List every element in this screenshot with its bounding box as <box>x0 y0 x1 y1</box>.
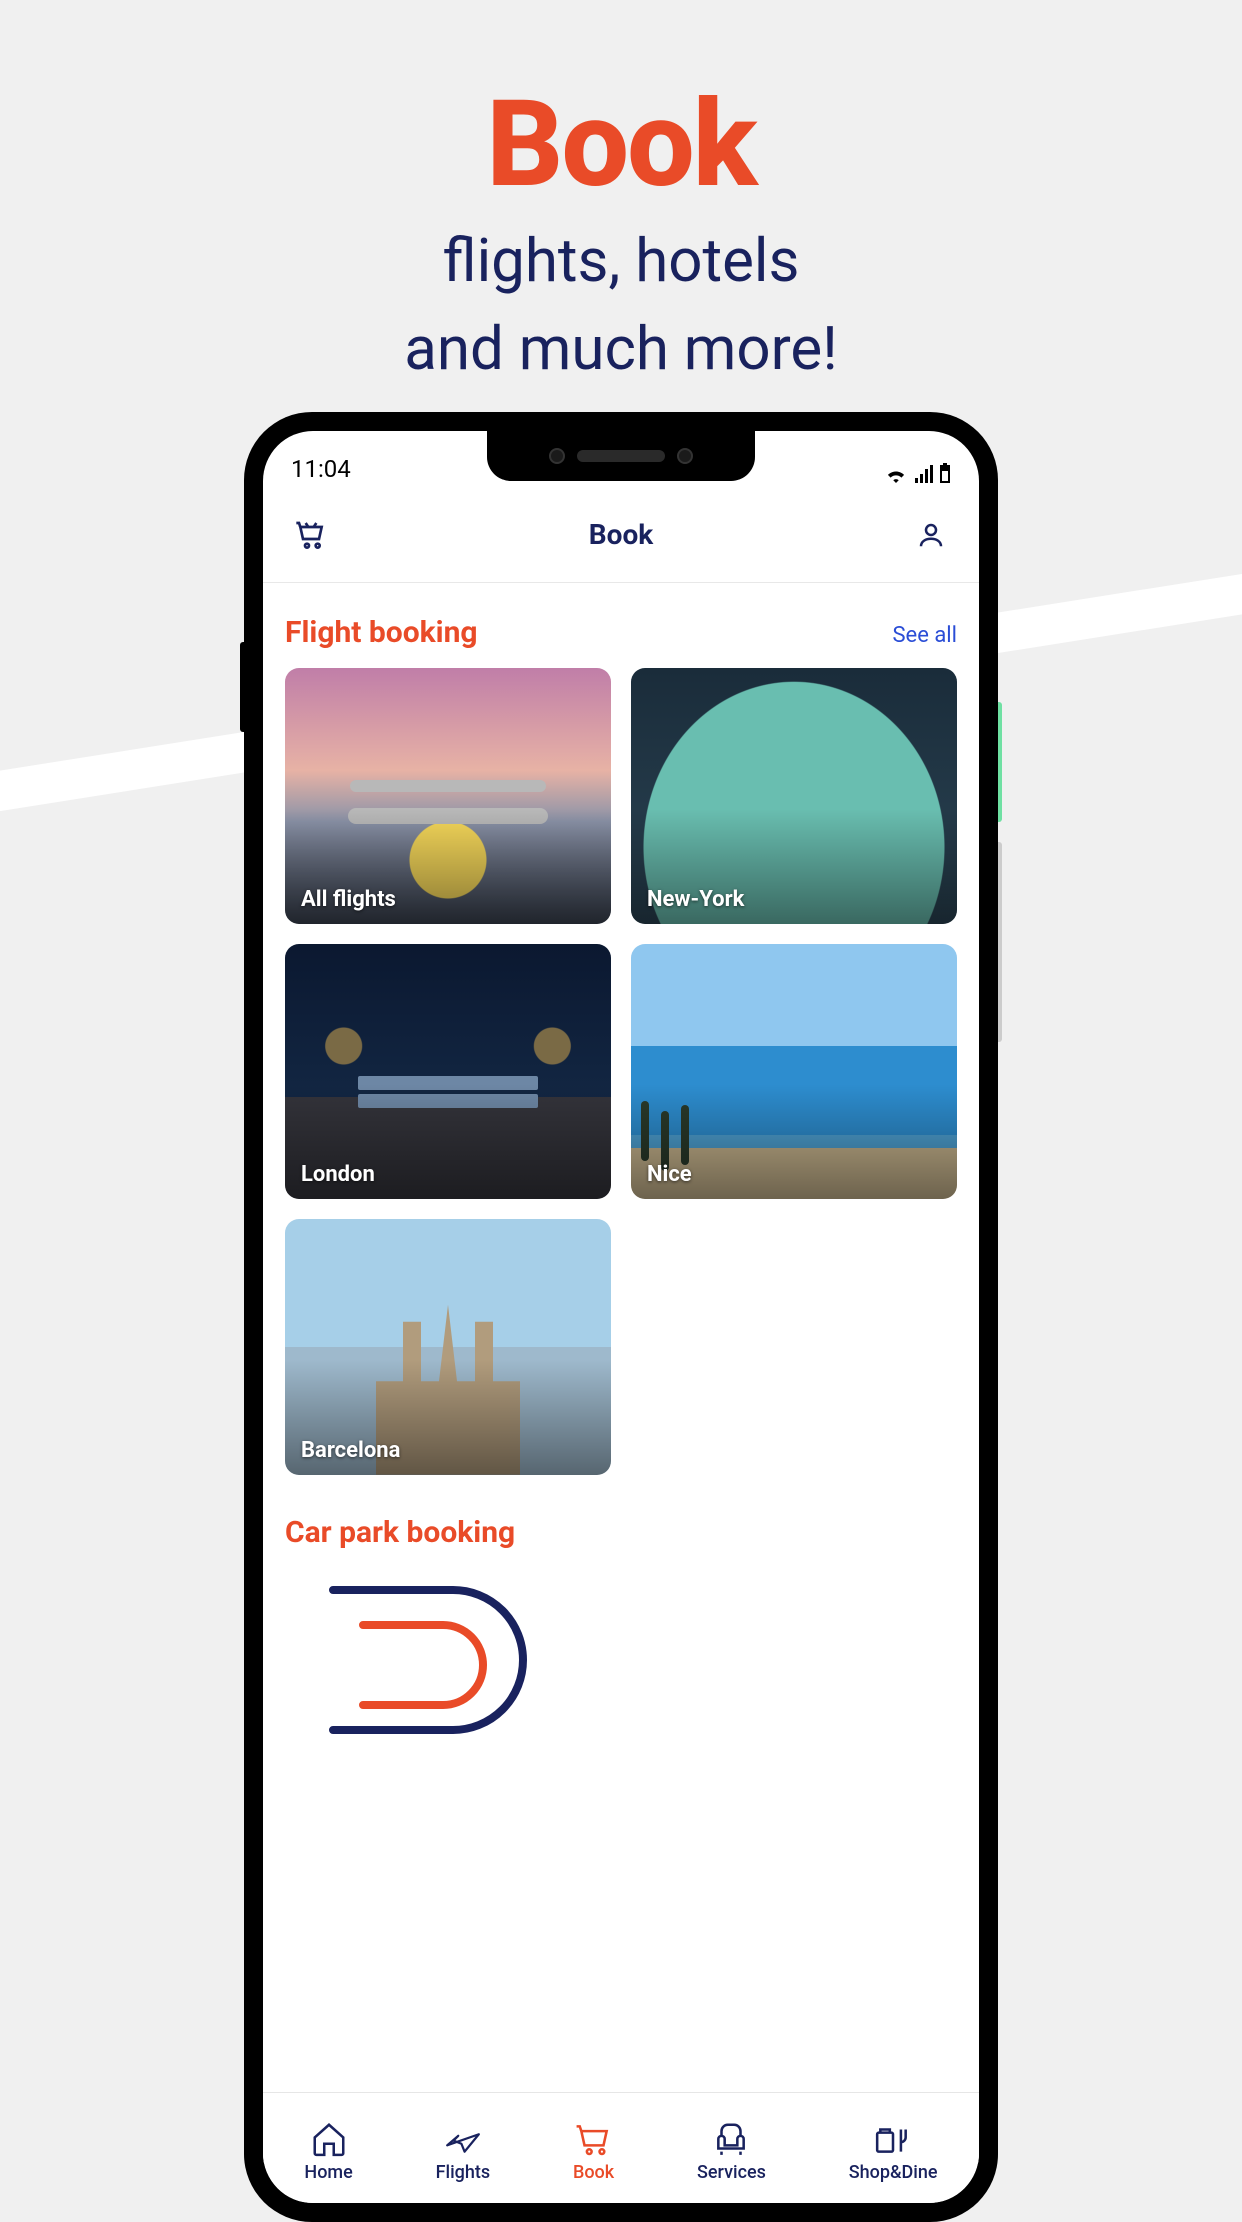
notch <box>487 431 755 481</box>
promo-headline: Book flights, hotels and much more! <box>0 75 1242 391</box>
parking-icon <box>293 1570 553 1750</box>
flight-booking-title: Flight booking <box>285 615 478 650</box>
content-scroll[interactable]: Flight booking See all All flights New-Y… <box>263 583 979 2093</box>
card-london[interactable]: London <box>285 944 611 1200</box>
flight-booking-header: Flight booking See all <box>285 615 957 650</box>
card-label: All flights <box>301 887 396 912</box>
app-header: Book <box>263 487 979 583</box>
card-nice[interactable]: Nice <box>631 944 957 1200</box>
profile-icon[interactable] <box>911 515 951 555</box>
power-button <box>998 702 1002 822</box>
card-label: New-York <box>647 887 744 912</box>
flight-booking-grid: All flights New-York London Nice Barcelo… <box>285 668 957 1475</box>
cart-icon <box>574 2120 614 2158</box>
battery-icon <box>939 463 951 483</box>
tab-label: Flights <box>436 2162 491 2183</box>
volume-button <box>240 642 244 732</box>
armchair-icon <box>712 2120 750 2158</box>
phone-screen: 11:04 Book <box>263 431 979 2203</box>
shop-dine-icon <box>872 2120 914 2158</box>
promo-subtitle-1: flights, hotels <box>0 219 1242 303</box>
tab-flights[interactable]: Flights <box>436 2120 491 2183</box>
card-label: Barcelona <box>301 1438 400 1463</box>
phone-frame: 11:04 Book <box>244 412 998 2222</box>
card-car-park[interactable] <box>285 1570 609 1750</box>
card-barcelona[interactable]: Barcelona <box>285 1219 611 1475</box>
wifi-icon <box>885 465 907 483</box>
tab-bar: Home Flights Book Services <box>263 2093 979 2203</box>
tab-label: Services <box>697 2162 766 2183</box>
page-title: Book <box>589 518 653 551</box>
card-all-flights[interactable]: All flights <box>285 668 611 924</box>
tab-shop-dine[interactable]: Shop&Dine <box>849 2120 938 2183</box>
see-all-link[interactable]: See all <box>892 623 957 648</box>
cart-icon[interactable] <box>291 515 331 555</box>
tab-label: Home <box>304 2162 352 2183</box>
card-new-york[interactable]: New-York <box>631 668 957 924</box>
signal-icon <box>913 465 933 483</box>
car-park-title: Car park booking <box>285 1515 515 1550</box>
promo-title: Book <box>0 75 1242 215</box>
tab-label: Shop&Dine <box>849 2162 938 2183</box>
tab-home[interactable]: Home <box>304 2120 352 2183</box>
card-label: London <box>301 1162 375 1187</box>
car-park-header: Car park booking <box>285 1515 957 1550</box>
home-icon <box>310 2120 348 2158</box>
plane-icon <box>442 2120 484 2158</box>
tab-services[interactable]: Services <box>697 2120 766 2183</box>
promo-subtitle-2: and much more! <box>0 307 1242 391</box>
tab-book[interactable]: Book <box>573 2120 614 2183</box>
tab-label: Book <box>573 2162 614 2183</box>
status-time: 11:04 <box>291 455 351 483</box>
card-label: Nice <box>647 1162 692 1187</box>
side-button <box>998 842 1002 1042</box>
